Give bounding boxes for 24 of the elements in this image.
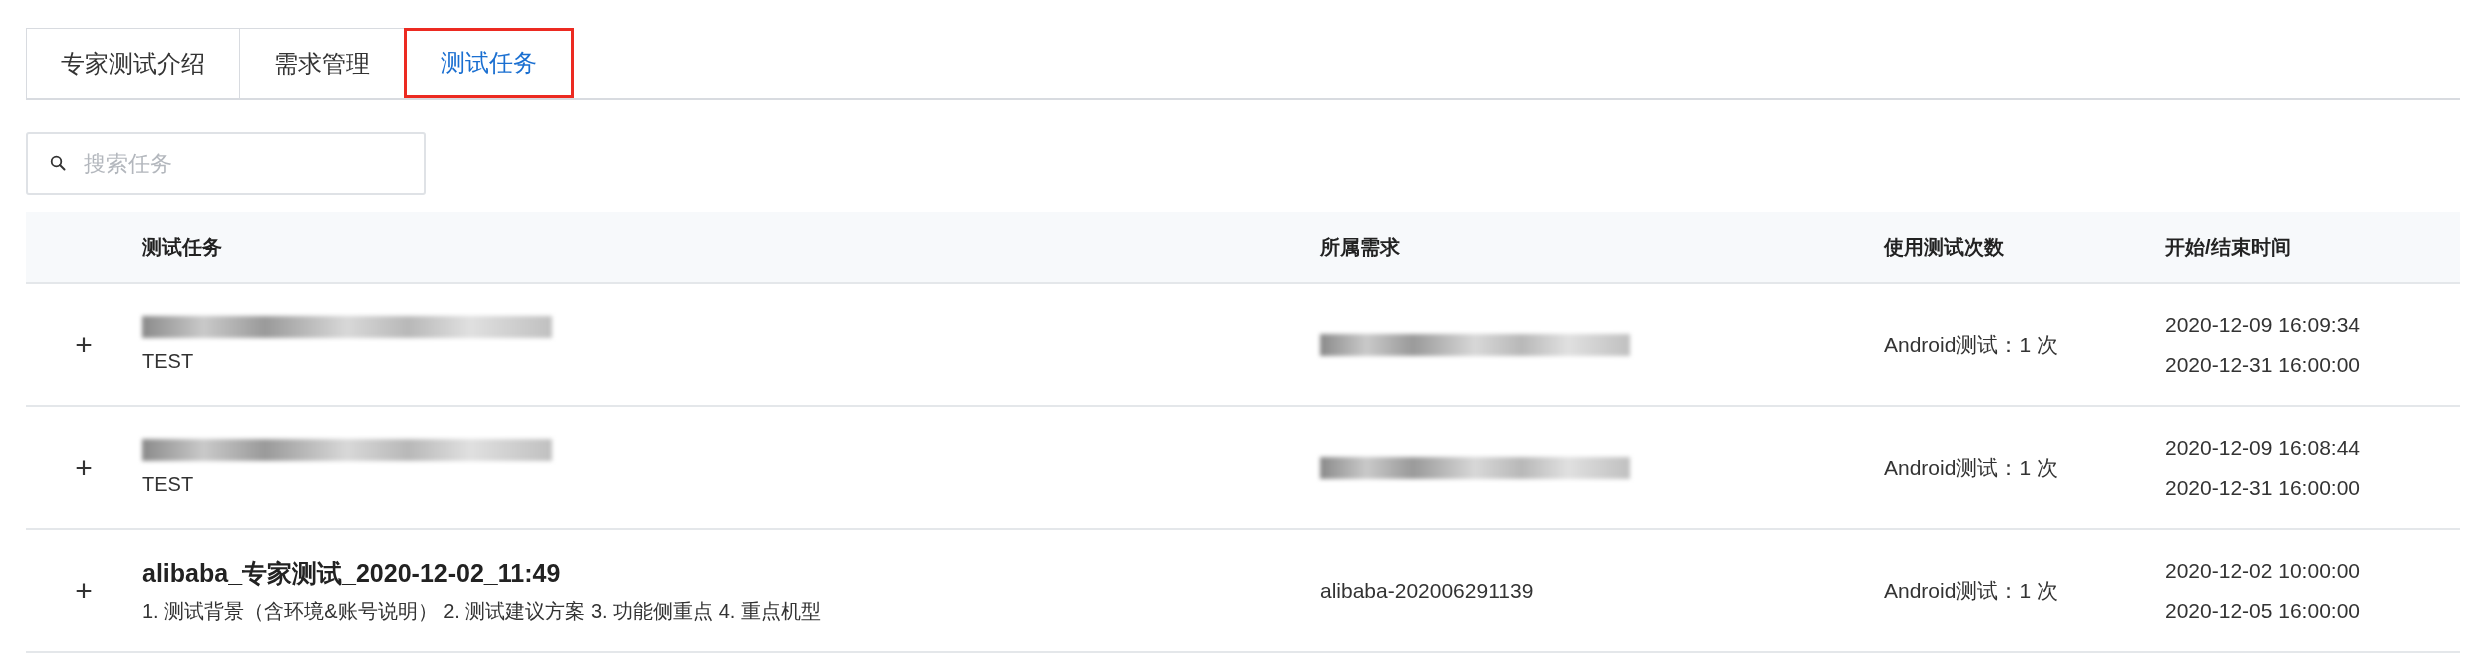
end-time: 2020-12-05 16:00:00 <box>2165 597 2361 624</box>
usage-text: Android测试：1 次 <box>1884 332 2058 356</box>
end-time: 2020-12-31 16:00:00 <box>2165 351 2361 378</box>
start-time: 2020-12-09 16:09:34 <box>2165 311 2361 338</box>
task-description: TEST <box>142 350 195 373</box>
end-time: 2020-12-31 16:00:00 <box>2165 474 2361 501</box>
start-time: 2020-12-09 16:08:44 <box>2165 434 2361 461</box>
search-field[interactable]: 搜索任务 <box>26 132 426 195</box>
column-header: 所属需求 <box>1320 235 1400 258</box>
expand-button[interactable]: + <box>75 573 93 608</box>
column-header: 使用测试次数 <box>1884 235 2004 258</box>
column-header: 测试任务 <box>142 235 222 258</box>
task-title: alibaba_专家测试_2020-12-02_11:49 <box>142 557 562 589</box>
expand-button[interactable]: + <box>75 327 93 362</box>
usage-text: Android测试：1 次 <box>1884 455 2058 479</box>
task-description: 1. 测试背景（含环境&账号说明） 2. 测试建议方案 3. 功能侧重点 4. 重点机型 <box>142 598 822 624</box>
start-time: 2020-12-02 10:00:00 <box>2165 557 2361 584</box>
expand-button[interactable]: + <box>75 450 93 485</box>
requirement-text: alibaba-202006291139 <box>1320 578 1534 602</box>
column-header: 开始/结束时间 <box>2165 235 2291 258</box>
task-description: TEST <box>142 473 195 496</box>
tab[interactable]: 专家测试介绍 <box>26 28 240 98</box>
tab[interactable]: 测试任务 <box>404 28 574 98</box>
usage-text: Android测试：1 次 <box>1884 578 2058 602</box>
